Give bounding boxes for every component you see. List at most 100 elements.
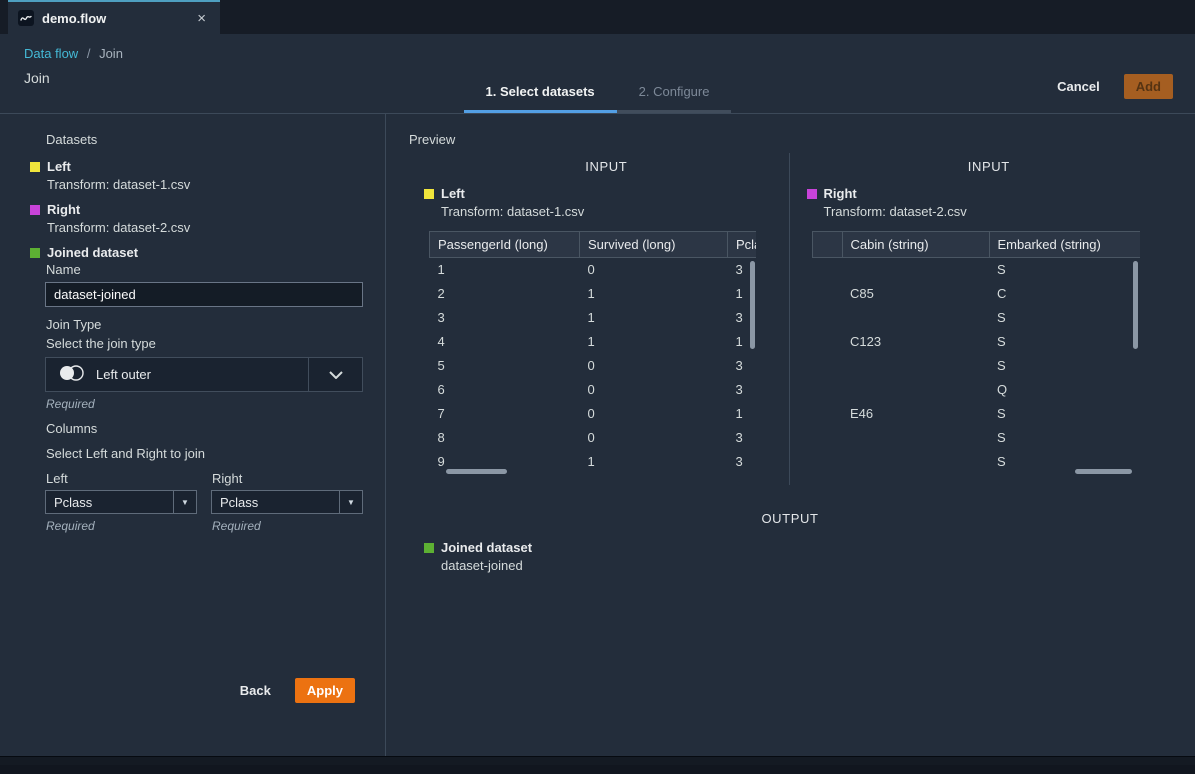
table-row: C85C bbox=[812, 282, 1140, 306]
table-row: 313 bbox=[430, 306, 757, 330]
table-cell: 0 bbox=[580, 426, 728, 450]
close-icon[interactable]: × bbox=[193, 9, 210, 28]
left-preview-table: PassengerId (long)Survived (long)Pclass … bbox=[429, 231, 756, 474]
table-cell bbox=[812, 354, 842, 378]
right-dataset-name: Right bbox=[47, 202, 80, 217]
right-dataset-detail: Transform: dataset-2.csv bbox=[47, 220, 362, 235]
left-dataset-swatch bbox=[30, 162, 40, 172]
window-bottom-strip bbox=[0, 756, 1195, 765]
add-button[interactable]: Add bbox=[1124, 74, 1173, 99]
column-header: Embarked (string) bbox=[989, 232, 1140, 258]
dataset-item-right: Right bbox=[30, 202, 362, 217]
input-section-label: INPUT bbox=[807, 159, 1172, 174]
preview-left-name: Left bbox=[441, 186, 465, 201]
table-cell bbox=[842, 354, 989, 378]
main-content: Data flow / Join Join 1. Select datasets… bbox=[0, 34, 1195, 765]
join-columns-row: Left Pclass ▼ Required Right Pclass ▼ bbox=[45, 471, 362, 533]
tab-title: demo.flow bbox=[42, 11, 106, 26]
table-cell bbox=[812, 282, 842, 306]
join-type-value: Left outer bbox=[96, 367, 151, 382]
table-cell bbox=[812, 306, 842, 330]
table-cell: C123 bbox=[842, 330, 989, 354]
joined-dataset-name: Joined dataset bbox=[47, 245, 138, 260]
table-cell: 3 bbox=[728, 354, 757, 378]
table-cell: 8 bbox=[430, 426, 580, 450]
dataset-item-joined: Joined dataset bbox=[30, 245, 362, 260]
columns-hint: Select Left and Right to join bbox=[46, 446, 362, 461]
table-cell: S bbox=[989, 258, 1140, 282]
table-cell bbox=[812, 378, 842, 402]
joined-dataset-swatch bbox=[30, 248, 40, 258]
left-column-select[interactable]: Pclass ▼ bbox=[45, 490, 197, 514]
right-column-group: Right Pclass ▼ Required bbox=[211, 471, 363, 533]
table-row: S bbox=[812, 354, 1140, 378]
join-config-panel: Datasets Left Transform: dataset-1.csv R… bbox=[0, 114, 386, 765]
table-cell: 3 bbox=[728, 426, 757, 450]
right-column-label: Right bbox=[212, 471, 363, 486]
join-type-label: Join Type bbox=[46, 317, 362, 332]
vertical-scrollbar[interactable] bbox=[750, 261, 755, 349]
horizontal-scrollbar[interactable] bbox=[1075, 469, 1132, 474]
join-type-required-label: Required bbox=[46, 397, 362, 411]
right-dataset-swatch bbox=[807, 189, 817, 199]
table-cell bbox=[812, 330, 842, 354]
cancel-button[interactable]: Cancel bbox=[1057, 79, 1100, 94]
left-column-label: Left bbox=[46, 471, 197, 486]
table-cell bbox=[842, 258, 989, 282]
output-section-label: OUTPUT bbox=[409, 511, 1171, 526]
vertical-scrollbar[interactable] bbox=[1133, 261, 1138, 349]
table-cell: S bbox=[989, 306, 1140, 330]
table-row: 803 bbox=[430, 426, 757, 450]
left-outer-join-icon bbox=[58, 364, 86, 385]
table-cell bbox=[812, 258, 842, 282]
join-type-select[interactable]: Left outer bbox=[45, 357, 363, 392]
preview-right-name: Right bbox=[824, 186, 857, 201]
left-dataset-detail: Transform: dataset-1.csv bbox=[47, 177, 362, 192]
step-configure[interactable]: 2. Configure bbox=[617, 84, 732, 113]
left-dataset-name: Left bbox=[47, 159, 71, 174]
preview-right-detail: Transform: dataset-2.csv bbox=[824, 204, 1172, 219]
column-header: Cabin (string) bbox=[842, 232, 989, 258]
dataset-item-left: Left bbox=[30, 159, 362, 174]
left-column-group: Left Pclass ▼ Required bbox=[45, 471, 197, 533]
right-column-required-label: Required bbox=[212, 519, 363, 533]
table-row: 103 bbox=[430, 258, 757, 282]
flow-file-icon bbox=[18, 10, 34, 26]
table-cell: 1 bbox=[580, 450, 728, 474]
table-cell bbox=[812, 450, 842, 474]
table-cell: 3 bbox=[728, 450, 757, 474]
preview-joined-detail: dataset-joined bbox=[441, 558, 1171, 573]
table-cell: 4 bbox=[430, 330, 580, 354]
right-column-select[interactable]: Pclass ▼ bbox=[211, 490, 363, 514]
preview-input-right: INPUT Right Transform: dataset-2.csv Cab… bbox=[790, 153, 1172, 485]
table-row: 603 bbox=[430, 378, 757, 402]
left-column-value: Pclass bbox=[46, 495, 173, 510]
column-header: Pclass (long) bbox=[728, 232, 757, 258]
step-select-datasets[interactable]: 1. Select datasets bbox=[464, 84, 617, 113]
chevron-down-icon[interactable] bbox=[308, 358, 362, 391]
breadcrumb-data-flow[interactable]: Data flow bbox=[24, 46, 78, 61]
horizontal-scrollbar[interactable] bbox=[446, 469, 507, 474]
preview-title: Preview bbox=[409, 132, 1171, 147]
table-cell: 0 bbox=[580, 354, 728, 378]
table-cell: S bbox=[989, 426, 1140, 450]
header-actions: Cancel Add bbox=[1057, 74, 1173, 99]
name-field-label: Name bbox=[46, 262, 362, 277]
joined-dataset-name-input[interactable] bbox=[45, 282, 363, 307]
apply-button[interactable]: Apply bbox=[295, 678, 355, 703]
table-cell: 5 bbox=[430, 354, 580, 378]
tab-demo-flow[interactable]: demo.flow × bbox=[8, 0, 220, 34]
table-cell: 1 bbox=[580, 282, 728, 306]
table-row: S bbox=[812, 426, 1140, 450]
back-button[interactable]: Back bbox=[240, 683, 271, 698]
column-header: PassengerId (long) bbox=[430, 232, 580, 258]
table-cell: C85 bbox=[842, 282, 989, 306]
table-cell bbox=[812, 402, 842, 426]
preview-panel: Preview INPUT Left Transform: dataset-1.… bbox=[386, 114, 1195, 765]
app-window: demo.flow × Data flow / Join Join 1. Sel… bbox=[0, 0, 1195, 774]
table-cell: 2 bbox=[430, 282, 580, 306]
right-preview-table-container: Cabin (string)Embarked (string)SC85CSC12… bbox=[812, 231, 1140, 475]
preview-right-dataset: Right bbox=[807, 186, 1172, 201]
preview-left-detail: Transform: dataset-1.csv bbox=[441, 204, 789, 219]
table-row: 701 bbox=[430, 402, 757, 426]
